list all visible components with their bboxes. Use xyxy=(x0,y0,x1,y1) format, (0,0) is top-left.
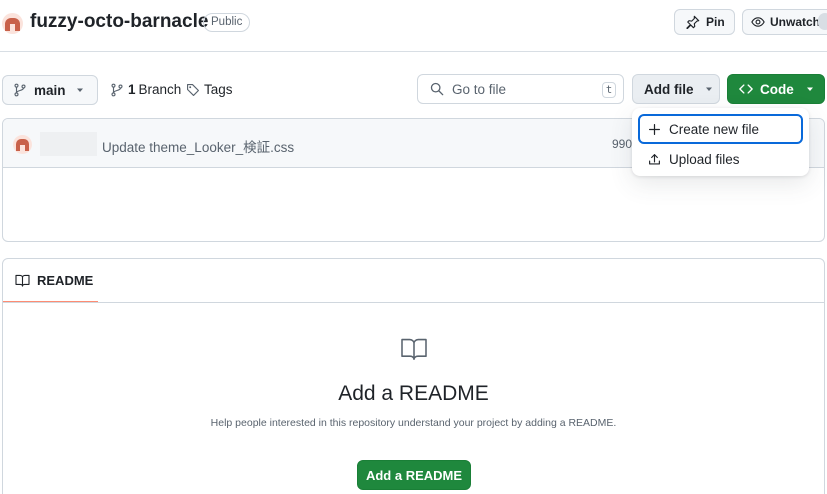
upload-icon xyxy=(649,153,660,165)
code-button[interactable]: Code xyxy=(727,74,825,104)
branch-name: main xyxy=(34,82,66,98)
readme-divider xyxy=(3,302,824,303)
go-to-file-input[interactable]: Go to file t xyxy=(417,74,624,104)
tab-readme-label: README xyxy=(37,272,94,288)
branch-label: Branch xyxy=(138,82,182,97)
caret-down-icon xyxy=(76,88,83,92)
git-branch-icon xyxy=(14,83,26,97)
add-readme-button[interactable]: Add a README xyxy=(357,460,471,490)
menu-item-create-new-file[interactable]: Create new file xyxy=(638,114,803,144)
add-file-button[interactable]: Add file xyxy=(632,74,720,104)
git-branch-icon xyxy=(111,83,123,96)
readme-heading: Add a README xyxy=(338,382,489,405)
menu-item-upload-files[interactable]: Upload files xyxy=(638,144,803,174)
eye-icon xyxy=(751,17,765,27)
book-icon xyxy=(401,338,427,361)
readme-box: README Add a README Help people interest… xyxy=(2,258,825,494)
branch-selector-button[interactable]: main xyxy=(2,75,98,105)
search-icon xyxy=(430,82,444,96)
go-to-file-placeholder: Go to file xyxy=(452,81,507,97)
caret-down-icon xyxy=(705,87,712,91)
plus-icon xyxy=(649,123,660,135)
pin-button[interactable]: Pin xyxy=(674,9,735,35)
commit-author-avatar[interactable] xyxy=(13,135,32,154)
caret-down-icon xyxy=(806,87,813,91)
unwatch-button[interactable]: Unwatch xyxy=(742,9,827,35)
tags-label: Tags xyxy=(204,82,233,97)
pin-label: Pin xyxy=(706,15,725,29)
branches-link[interactable]: 1 Branch xyxy=(110,82,181,97)
book-icon xyxy=(15,274,30,287)
commit-message-link[interactable]: Update theme_Looker_検証.css xyxy=(102,136,294,156)
code-label: Code xyxy=(760,81,794,97)
commit-author-redacted xyxy=(40,132,97,156)
branch-count: 1 xyxy=(128,82,136,97)
unwatch-label: Unwatch xyxy=(770,15,821,29)
repo-owner-avatar[interactable] xyxy=(2,13,23,34)
tag-icon xyxy=(187,83,199,96)
menu-item-label: Upload files xyxy=(669,151,740,167)
add-file-menu: Create new file Upload files xyxy=(632,108,809,176)
code-icon xyxy=(739,84,753,94)
shortcut-key-hint: t xyxy=(602,82,616,98)
repo-name[interactable]: fuzzy-octo-barnacle xyxy=(30,11,208,33)
pin-icon xyxy=(686,15,700,29)
watch-count-badge xyxy=(818,13,827,30)
tags-link[interactable]: Tags xyxy=(186,82,233,97)
add-file-label: Add file xyxy=(644,81,694,97)
visibility-badge: Public xyxy=(203,13,251,32)
menu-item-label: Create new file xyxy=(669,121,760,137)
tab-readme[interactable]: README xyxy=(3,259,98,303)
readme-help-text: Help people interested in this repositor… xyxy=(210,417,617,429)
repo-header: fuzzy-octo-barnacle Public Pin Unwatch xyxy=(0,0,827,52)
